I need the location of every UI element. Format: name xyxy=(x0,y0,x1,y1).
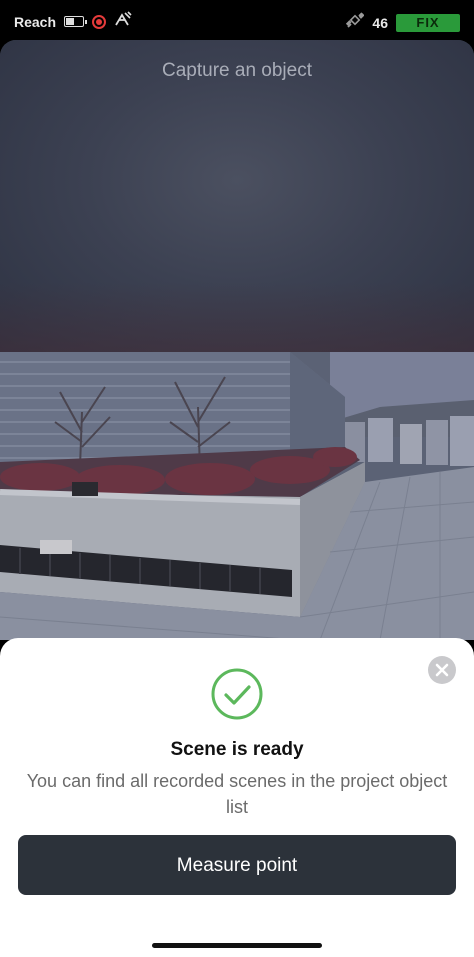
status-bar-left: Reach xyxy=(14,11,132,32)
camera-view[interactable]: Capture an object xyxy=(0,40,474,640)
close-button[interactable] xyxy=(428,656,456,684)
fix-status-badge: FIX xyxy=(396,13,460,32)
scene-ready-sheet: Scene is ready You can find all recorded… xyxy=(0,638,474,957)
measure-point-button[interactable]: Measure point xyxy=(18,835,456,895)
app-name: Reach xyxy=(14,13,57,30)
status-bar-right: 46 FIX xyxy=(346,11,460,34)
capture-instruction: Capture an object xyxy=(162,60,312,81)
satellite-count: 46 xyxy=(372,14,388,31)
sheet-message: You can find all recorded scenes in the … xyxy=(26,771,448,817)
sheet-title: Scene is ready xyxy=(170,739,304,760)
rooftop-scene-image xyxy=(0,352,474,640)
battery-icon xyxy=(64,16,88,27)
satellite-icon xyxy=(346,11,365,34)
status-bar: Reach 46 FIX xyxy=(0,0,474,40)
camera-sky-area xyxy=(0,40,474,352)
recording-icon xyxy=(92,14,107,29)
close-icon xyxy=(435,663,449,677)
checkmark-icon xyxy=(211,668,263,720)
home-indicator[interactable] xyxy=(152,943,322,948)
antenna-icon xyxy=(114,11,132,32)
